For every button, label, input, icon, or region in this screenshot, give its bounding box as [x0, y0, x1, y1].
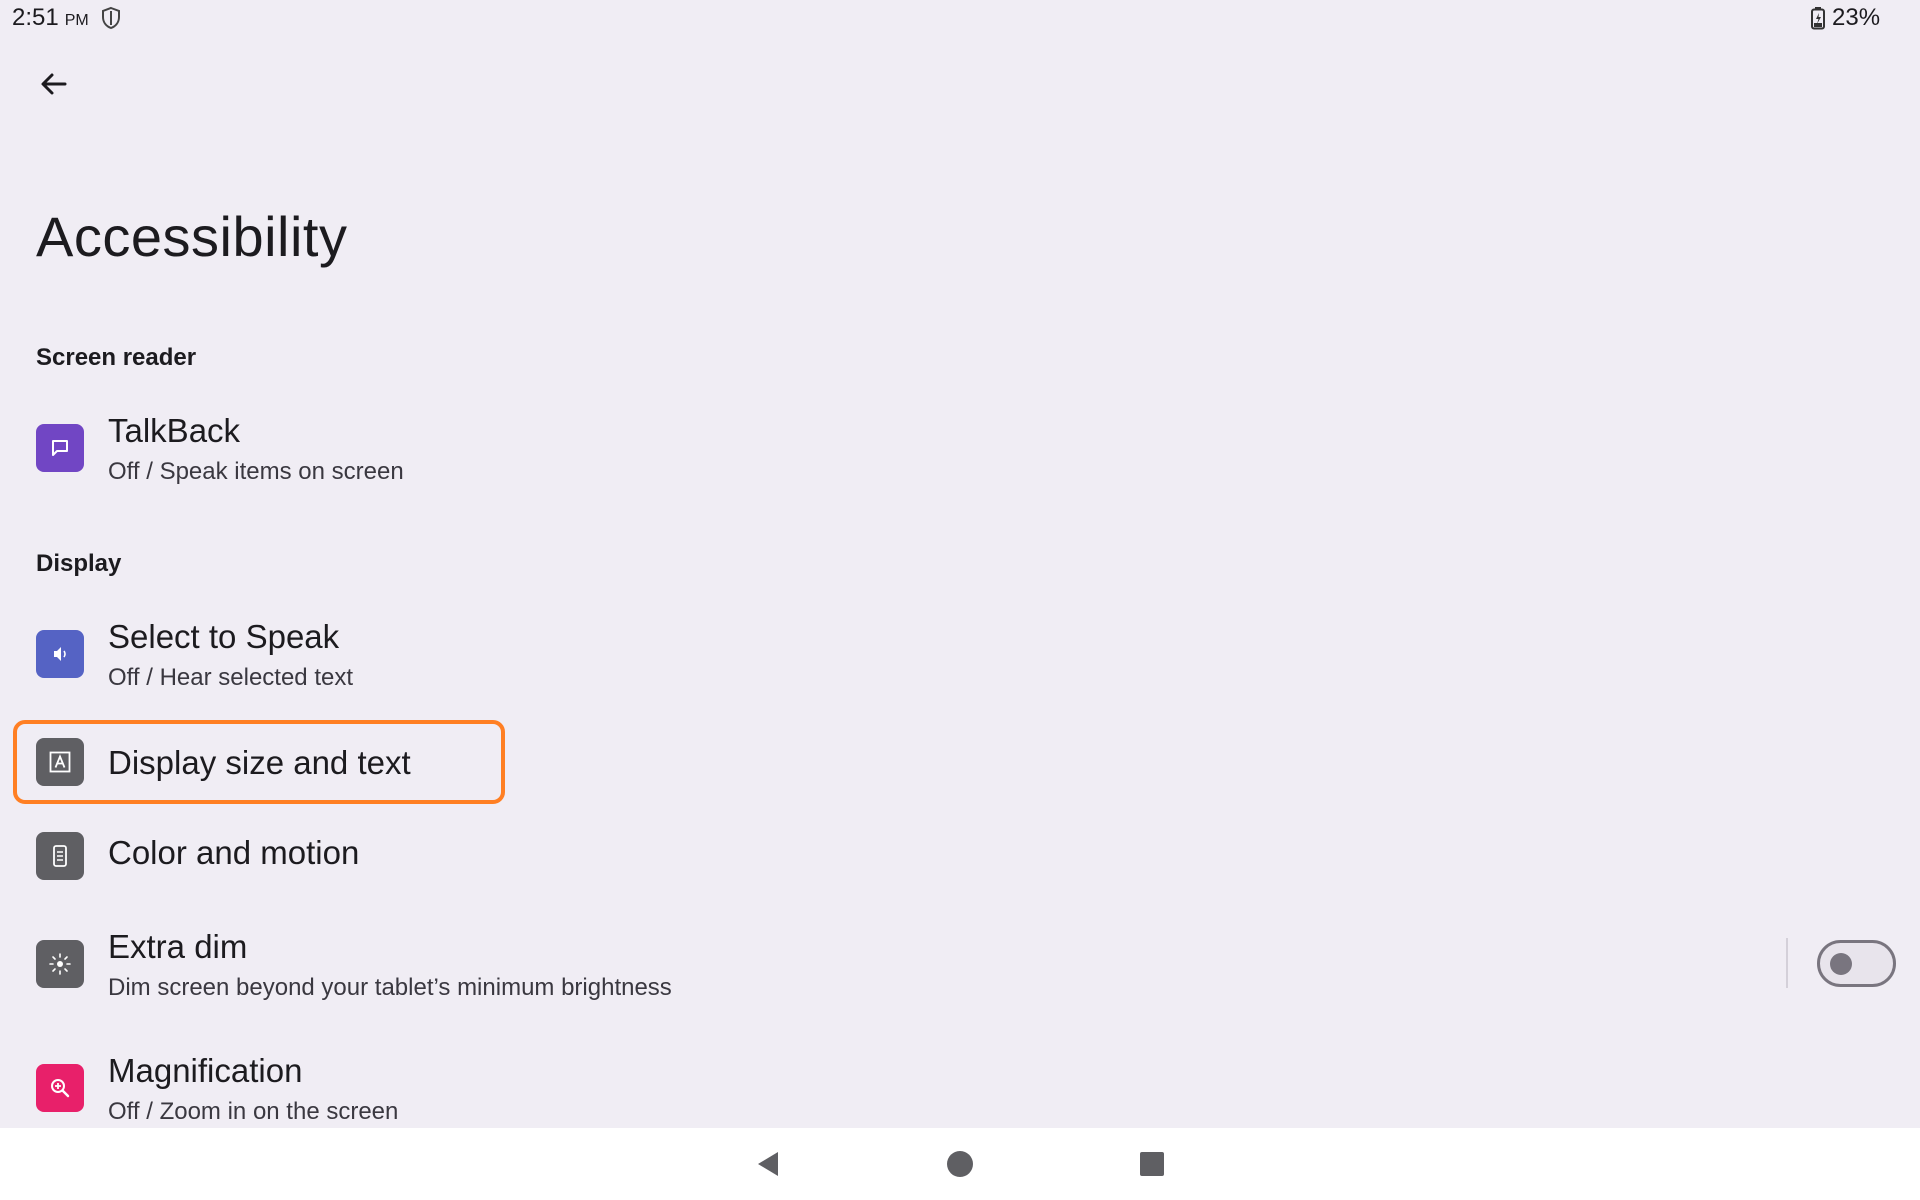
page-title: Accessibility: [36, 205, 348, 268]
status-ampm: PM: [64, 12, 89, 29]
highlight-box: [13, 720, 505, 804]
home-circle-icon: [947, 1151, 973, 1177]
brightness-icon: [36, 940, 84, 988]
talkback-item[interactable]: TalkBack Off / Speak items on screen: [12, 410, 1908, 510]
nav-recents-button[interactable]: [1136, 1148, 1168, 1180]
select-to-speak-title: Select to Speak: [108, 618, 340, 655]
recents-square-icon: [1140, 1152, 1164, 1176]
section-header-display: Display: [36, 550, 122, 577]
status-time: 2:51 PM: [12, 4, 89, 31]
magnification-title: Magnification: [108, 1052, 303, 1089]
select-to-speak-item[interactable]: Select to Speak Off / Hear selected text: [12, 616, 1908, 716]
talkback-title: TalkBack: [108, 412, 241, 449]
color-and-motion-item[interactable]: Color and motion: [12, 818, 1908, 898]
select-to-speak-subtitle: Off / Hear selected text: [108, 664, 354, 691]
arrow-left-icon: [41, 73, 67, 95]
section-header-screen-reader: Screen reader: [36, 344, 197, 371]
status-bar: 2:51 PM 23%: [0, 0, 1920, 36]
accessibility-screen: 2:51 PM 23% Accessibility Screen reader T…: [0, 0, 1920, 1200]
speaker-icon: [36, 630, 84, 678]
zoom-in-icon: [36, 1064, 84, 1112]
battery-percentage: 23%: [1832, 4, 1881, 31]
extra-dim-subtitle: Dim screen beyond your tablet’s minimum …: [108, 974, 672, 1001]
nav-back-button[interactable]: [752, 1148, 784, 1180]
talkback-subtitle: Off / Speak items on screen: [108, 458, 404, 485]
shield-icon: [102, 6, 120, 30]
extra-dim-item[interactable]: Extra dim Dim screen beyond your tablet’…: [12, 920, 1908, 1020]
extra-dim-toggle[interactable]: [1817, 940, 1896, 987]
back-triangle-icon: [758, 1152, 778, 1176]
battery-charging-icon: [1811, 7, 1825, 30]
magnification-subtitle: Off / Zoom in on the screen: [108, 1098, 399, 1125]
back-button[interactable]: [30, 60, 78, 108]
chat-bubble-icon: [36, 424, 84, 472]
navigation-bar: [0, 1128, 1920, 1200]
phone-screen-icon: [36, 832, 84, 880]
color-and-motion-title: Color and motion: [108, 834, 360, 871]
extra-dim-title: Extra dim: [108, 928, 248, 965]
magnification-item[interactable]: Magnification Off / Zoom in on the scree…: [12, 1046, 1908, 1128]
toggle-knob: [1830, 953, 1852, 975]
toggle-divider: [1786, 938, 1788, 988]
nav-home-button[interactable]: [944, 1148, 976, 1180]
